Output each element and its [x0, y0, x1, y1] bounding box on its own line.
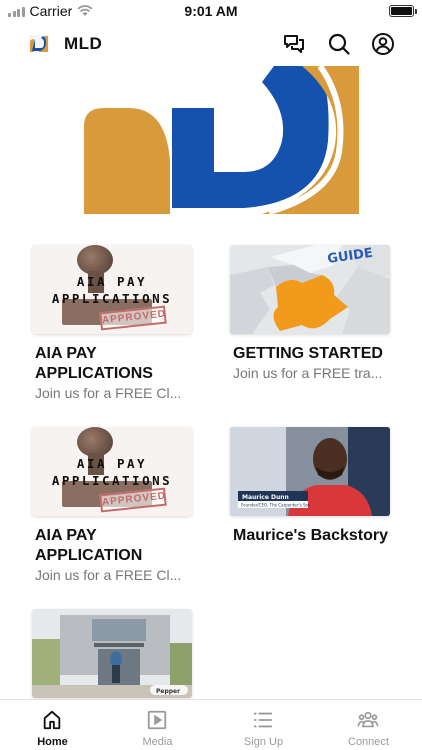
- card-title: AIA PAY APPLICATIONS: [35, 345, 153, 382]
- building-image: Pepper: [32, 609, 192, 698]
- search-icon[interactable]: [327, 32, 351, 56]
- card-subtitle: Join us for a FREE tra...: [233, 365, 383, 381]
- profile-icon[interactable]: [371, 32, 395, 56]
- tab-label: Media: [142, 736, 173, 748]
- hero-logo: [84, 66, 359, 214]
- tab-sign-up[interactable]: Sign Up: [211, 700, 316, 750]
- content-card[interactable]: AIA PAY APPLICATIONS APPROVED AIA PAY AP…: [32, 427, 197, 583]
- tab-media[interactable]: Media: [105, 700, 210, 750]
- list-icon: [253, 712, 273, 728]
- card-thumbnail: Pepper: [32, 609, 192, 698]
- thumb-text: AIA PAY: [76, 274, 148, 289]
- video-still: Maurice Dunn Founder/CEO, The Carpenter'…: [230, 427, 390, 516]
- content-card[interactable]: Pepper: [32, 609, 197, 698]
- chat-icon[interactable]: [282, 32, 306, 56]
- content-card[interactable]: GUIDE GETTING STARTED Join us for a FREE…: [230, 245, 395, 381]
- thumb-text: AIA PAY: [76, 456, 148, 471]
- card-subtitle: Join us for a FREE Cl...: [35, 385, 182, 401]
- thumb-text: Founder/CEO, The Carpenter's Son: [241, 503, 311, 508]
- card-title: Maurice's Backstory: [233, 527, 388, 544]
- people-icon: [357, 711, 379, 728]
- puzzle-image: GUIDE: [230, 245, 390, 334]
- card-title: GETTING STARTED: [233, 345, 383, 362]
- card-thumbnail: AIA PAY APPLICATIONS APPROVED: [32, 427, 192, 516]
- tab-connect[interactable]: Connect: [316, 700, 421, 750]
- status-time: 9:01 AM: [184, 3, 238, 19]
- app-title: MLD: [64, 34, 103, 53]
- card-subtitle: Join us for a FREE Cl...: [35, 567, 182, 583]
- content-card[interactable]: Maurice Dunn Founder/CEO, The Carpenter'…: [230, 427, 395, 547]
- content-card[interactable]: AIA PAY APPLICATIONS APPROVED AIA PAY AP…: [32, 245, 197, 401]
- tab-label: Home: [37, 736, 68, 748]
- status-bar: Carrier 9:01 AM: [0, 0, 422, 22]
- tab-label: Sign Up: [243, 736, 284, 748]
- thumb-text: APPLICATIONS: [51, 473, 173, 488]
- play-icon: [147, 710, 167, 730]
- thumb-text: APPLICATIONS: [51, 291, 173, 306]
- thumb-text: Maurice Dunn: [242, 494, 289, 501]
- battery-icon: [389, 5, 417, 17]
- tab-label: Connect: [348, 736, 389, 748]
- card-thumbnail: AIA PAY APPLICATIONS APPROVED: [32, 245, 192, 334]
- tab-home[interactable]: Home: [0, 700, 105, 750]
- card-thumbnail: Maurice Dunn Founder/CEO, The Carpenter'…: [230, 427, 390, 516]
- app-header: MLD: [0, 28, 422, 60]
- home-icon: [43, 710, 61, 730]
- tab-bar: Home Media Sign Up Connect: [0, 699, 422, 750]
- card-thumbnail: GUIDE: [230, 245, 390, 334]
- app-logo-icon: [29, 35, 49, 52]
- card-title: AIA PAY APPLICATION: [35, 527, 143, 564]
- thumb-text: Pepper: [156, 688, 180, 695]
